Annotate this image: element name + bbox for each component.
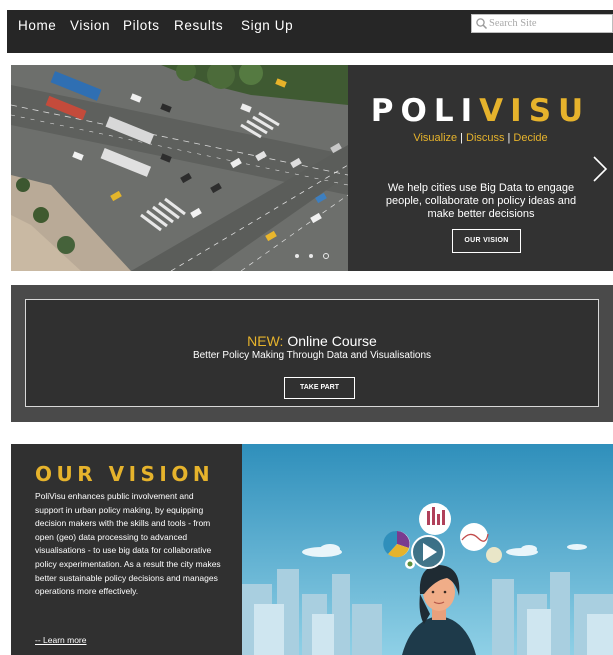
take-part-button[interactable]: TAKE PART bbox=[284, 377, 355, 399]
vision-heading: OUR VISION bbox=[35, 462, 215, 486]
polivisu-logo: POLIVISU bbox=[348, 93, 613, 129]
vision-text-panel: OUR VISION PoliVisu enhances public invo… bbox=[11, 444, 242, 655]
site-search-box[interactable] bbox=[471, 14, 613, 33]
top-navigation-bar: Home Vision Pilots Results Sign Up bbox=[7, 10, 613, 53]
nav-link-results[interactable]: Results bbox=[174, 18, 223, 33]
play-icon bbox=[411, 535, 445, 569]
nav-link-sign-up[interactable]: Sign Up bbox=[241, 18, 293, 33]
nav-link-vision[interactable]: Vision bbox=[70, 18, 110, 33]
online-course-banner: NEW: Online Course Better Policy Making … bbox=[11, 285, 613, 422]
hero-tagline: Visualize | Discuss | Decide bbox=[348, 132, 613, 144]
nav-link-pilots[interactable]: Pilots bbox=[123, 18, 160, 33]
chevron-right-icon[interactable] bbox=[592, 155, 608, 183]
nav-link-home[interactable]: Home bbox=[18, 18, 56, 33]
city-intersection-photo bbox=[11, 65, 348, 271]
new-label: NEW: bbox=[247, 333, 284, 349]
online-course-box: NEW: Online Course Better Policy Making … bbox=[25, 299, 599, 407]
tagline-decide: Decide bbox=[513, 132, 548, 144]
course-subtitle: Better Policy Making Through Data and Vi… bbox=[192, 350, 432, 361]
vision-video-illustration[interactable] bbox=[242, 444, 613, 655]
search-icon[interactable] bbox=[475, 17, 488, 30]
hero-slider: POLIVISU Visualize | Discuss | Decide We hel… bbox=[11, 65, 613, 271]
slider-dot-2[interactable] bbox=[309, 254, 313, 258]
tagline-discuss: Discuss bbox=[466, 132, 505, 144]
hero-description: We help cities use Big Data to engage pe… bbox=[385, 182, 577, 220]
our-vision-section: OUR VISION PoliVisu enhances public invo… bbox=[11, 444, 613, 655]
vision-body-text: PoliVisu enhances public involvement and… bbox=[35, 491, 221, 597]
slider-dots bbox=[295, 252, 329, 260]
our-vision-button[interactable]: OUR VISION bbox=[452, 229, 521, 253]
logo-part-visu: VISU bbox=[479, 93, 591, 129]
hero-text-panel: POLIVISU Visualize | Discuss | Decide We hel… bbox=[348, 65, 613, 271]
slider-dot-1[interactable] bbox=[295, 254, 299, 258]
search-input[interactable] bbox=[489, 18, 607, 29]
tagline-visualize: Visualize bbox=[413, 132, 458, 144]
course-heading: NEW: Online Course bbox=[26, 333, 598, 349]
tagline-separator: | bbox=[507, 132, 511, 144]
learn-more-link[interactable]: -- Learn more bbox=[35, 635, 87, 645]
slider-dot-3-active[interactable] bbox=[323, 253, 329, 259]
tagline-separator: | bbox=[460, 132, 464, 144]
logo-part-poli: POLI bbox=[370, 93, 480, 129]
course-title: Online Course bbox=[287, 333, 377, 349]
